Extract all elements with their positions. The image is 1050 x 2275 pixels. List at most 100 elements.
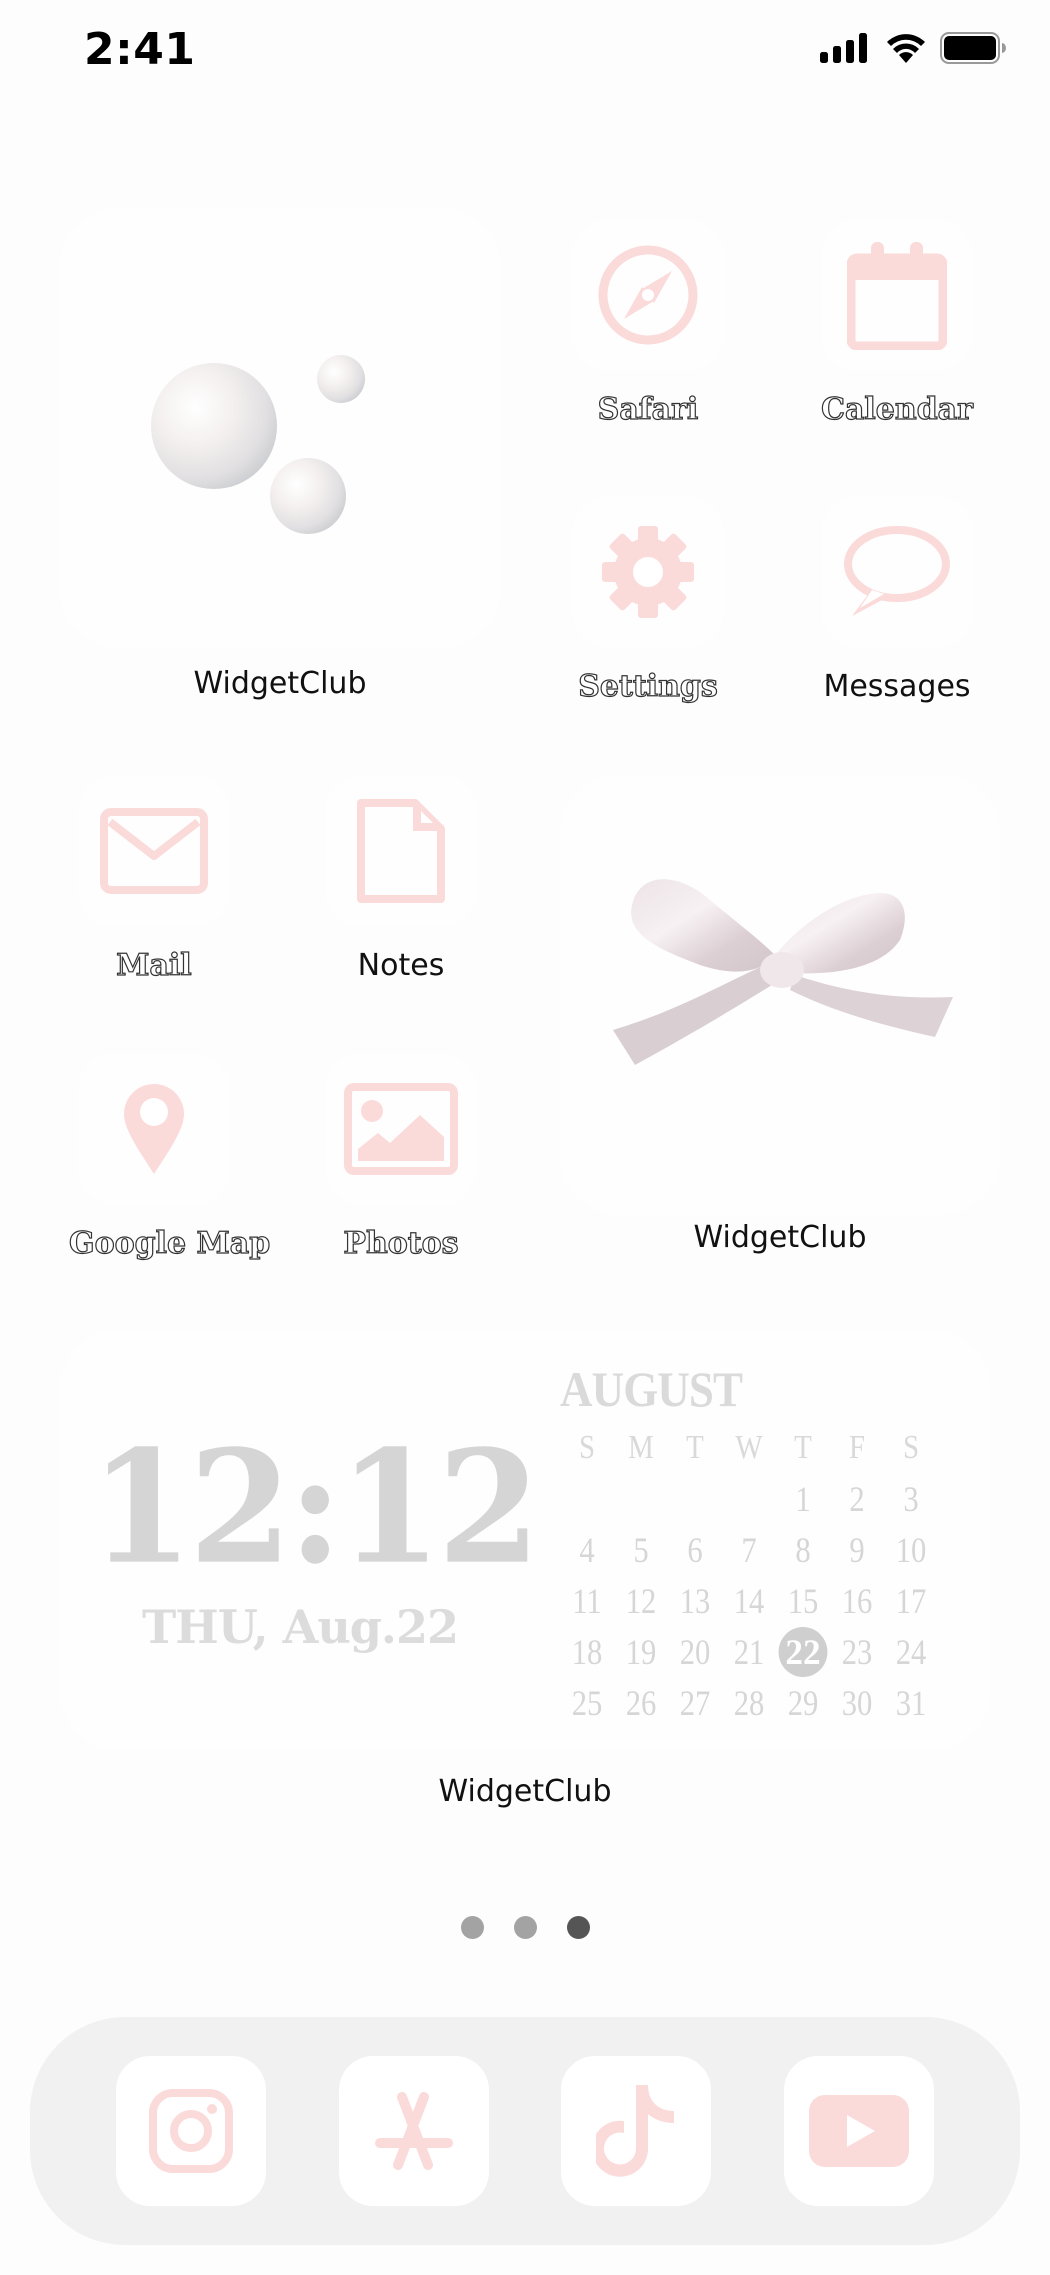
calendar-widget: AUGUST S M T W T F S 1 2 3 4 5 6 7 8 9 10 11 12 13 14 15 16 17 1… [560,1360,940,1728]
calendar-day-number: 14 [733,1580,765,1621]
calendar-day-number: 10 [895,1529,927,1570]
calendar-blank [618,1473,664,1524]
calendar-day: 24 [888,1626,934,1677]
calendar-day-number: 13 [679,1580,711,1621]
app-label: Google Map [68,1225,271,1261]
app-label: Settings [578,668,719,704]
clock-date: THU, Aug.22 [142,1600,459,1654]
calendar-weekday: W [735,1428,763,1466]
app-notes[interactable]: Notes [316,776,486,983]
app-messages[interactable]: Messages [812,497,982,704]
calendar-day-number: 26 [625,1682,657,1723]
calendar-day: 1 [780,1473,826,1524]
envelope-icon [100,808,208,894]
calendar-day: 2 [834,1473,880,1524]
page-dot[interactable] [460,1916,484,1939]
dock-app-store[interactable] [338,2056,489,2206]
calendar-day: 18 [564,1626,610,1677]
calendar-blank [564,1473,610,1524]
app-label: Notes [357,948,445,983]
calendar-day: 21 [726,1626,772,1677]
calendar-day-number: 7 [741,1529,757,1570]
calendar-day-number: 27 [679,1682,711,1723]
calendar-day: 11 [564,1575,610,1626]
app-calendar[interactable]: Calendar [812,220,982,428]
calendar-weekday: T [794,1428,812,1466]
calendar-day: 20 [672,1626,718,1677]
gear-icon [602,526,694,618]
page-dot-active[interactable] [566,1916,590,1939]
app-google-map[interactable]: Google Map [68,1054,271,1262]
calendar-day: 29 [780,1677,826,1728]
pearls-image [151,355,365,534]
messages-tile [822,497,972,647]
calendar-day-number: 31 [895,1682,927,1723]
calendar-day: 28 [726,1677,772,1728]
calendar-weekday: T [686,1428,704,1466]
tiktok-icon [596,2085,675,2177]
map-pin-icon [124,1084,184,1174]
calendar-day-number: 19 [625,1631,657,1672]
calendar-day-number: 21 [733,1631,765,1672]
calendar-day: 4 [564,1524,610,1575]
calendar-month: AUGUST [560,1361,743,1417]
calendar-day: 30 [834,1677,880,1728]
calendar-day-number: 8 [795,1529,811,1570]
settings-tile [573,497,723,647]
compass-icon [598,245,698,345]
page-dot[interactable] [513,1916,537,1939]
calendar-day-number: 3 [903,1478,919,1519]
calendar-day: 10 [888,1524,934,1575]
dock-youtube[interactable] [783,2056,934,2206]
calendar-day-number: 11 [572,1580,602,1621]
calendar-day: 23 [834,1626,880,1677]
bow-widget[interactable] [560,775,1000,1215]
pearl-widget[interactable] [60,208,500,648]
dock [30,2017,1020,2245]
pearl-widget-label: WidgetClub [193,666,367,701]
calendar-day-number: 24 [895,1631,927,1672]
app-label: Mail [116,947,193,983]
wifi-icon [887,34,925,63]
clock-time: 12:12 [90,1415,541,1599]
calendar-day-number: 30 [841,1682,873,1723]
dock-tiktok[interactable] [561,2056,712,2206]
calendar-day: 12 [618,1575,664,1626]
satin-bow-image [613,879,953,1065]
youtube-icon [808,2095,909,2167]
calendar-day-number: 23 [841,1631,873,1672]
calendar-day-number: 9 [849,1529,865,1570]
calendar-day: 9 [834,1524,880,1575]
app-label: Safari [597,391,699,427]
calendar-day-today: 22 [778,1626,828,1677]
calendar-day-number: 22 [778,1626,828,1677]
app-safari[interactable]: Safari [563,220,733,428]
calendar-day: 15 [780,1575,826,1626]
calendar-day: 5 [618,1524,664,1575]
photo-icon [344,1083,458,1175]
dock-instagram[interactable] [116,2056,267,2206]
safari-tile [573,220,723,370]
notes-tile [326,776,476,926]
calendar-day: 19 [618,1626,664,1677]
page-indicator[interactable] [0,1916,1050,1939]
calendar-day-number: 28 [733,1682,765,1723]
calendar-day: 3 [888,1473,934,1524]
app-settings[interactable]: Settings [563,497,733,705]
calendar-day: 6 [672,1524,718,1575]
calendar-tile [822,220,972,370]
calendar-day: 25 [564,1677,610,1728]
calendar-day-number: 16 [841,1580,873,1621]
calendar-day-number: 20 [679,1631,711,1672]
calendar-day: 8 [780,1524,826,1575]
calendar-blank [726,1473,772,1524]
calendar-blank [672,1473,718,1524]
app-mail[interactable]: Mail [69,776,239,984]
calendar-grid: S M T W T F S 1 2 3 4 5 6 7 8 9 10 11 12 13 14 15 16 17 18 19 20 21… [560,1422,940,1728]
cellular-signal-icon [820,33,867,63]
bow-widget-label: WidgetClub [693,1220,867,1255]
calendar-day-number: 1 [795,1478,811,1519]
mail-tile [79,776,229,926]
app-photos[interactable]: Photos [316,1054,486,1262]
app-store-icon [374,2092,453,2170]
